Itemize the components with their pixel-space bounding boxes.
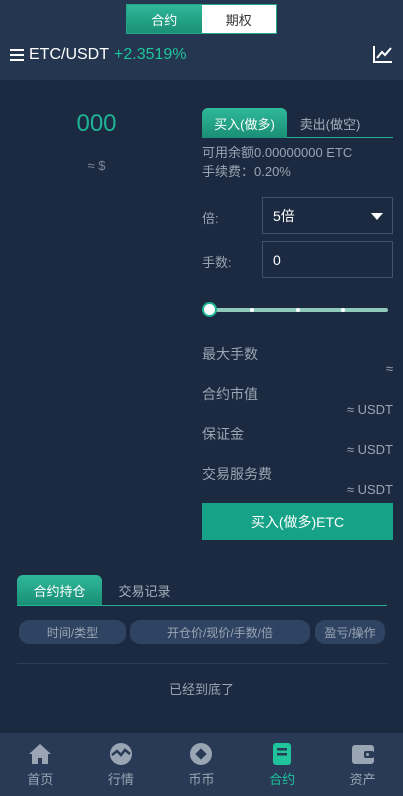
current-price: 000	[76, 110, 117, 137]
quantity-label: 手数:	[202, 255, 232, 270]
column-time-type: 时间/类型	[19, 620, 126, 644]
tab-buy-long[interactable]: 买入(做多)	[202, 108, 287, 138]
slider-mark	[296, 308, 300, 312]
tab-sell-short[interactable]: 卖出(做空)	[287, 108, 373, 138]
column-pnl-action: 盈亏/操作	[315, 620, 385, 644]
nav-market-label: 行情	[107, 772, 134, 787]
pair-selector[interactable]: ETC/USDT +2.3519%	[10, 46, 187, 64]
market-icon	[109, 743, 132, 765]
coin-icon	[190, 743, 213, 765]
home-icon	[29, 744, 52, 764]
contract-icon	[273, 743, 292, 765]
pair-change: +2.3519%	[114, 46, 187, 63]
top-bar: 合约 期权 ETC/USDT +2.3519%	[0, 0, 403, 80]
leverage-select[interactable]: 5倍	[262, 197, 393, 234]
service-fee-label: 交易服务费	[202, 466, 272, 482]
price-usd: ≈ $	[87, 158, 106, 173]
slider-mark	[250, 308, 254, 312]
segment-options[interactable]: 期权	[201, 5, 276, 33]
menu-icon[interactable]	[10, 49, 24, 61]
nav-contract-label: 合约	[269, 772, 296, 787]
tab-positions[interactable]: 合约持仓	[17, 575, 102, 605]
fee-rate: 手续费：0.20%	[202, 164, 291, 179]
nav-assets-label: 资产	[349, 772, 376, 787]
pair-name: ETC/USDT	[29, 46, 109, 63]
divider	[17, 663, 387, 664]
product-segment: 合约 期权	[126, 4, 277, 34]
max-lots-label: 最大手数	[202, 346, 258, 362]
nav-market[interactable]: 行情	[81, 733, 162, 796]
quantity-value: 0	[273, 251, 281, 268]
leverage-label: 倍:	[202, 211, 219, 226]
slider-handle[interactable]	[202, 302, 217, 317]
available-balance: 可用余额0.00000000 ETC	[202, 145, 353, 160]
contract-value-value: ≈ USDT	[346, 402, 393, 417]
margin-label: 保证金	[202, 426, 244, 442]
max-lots-value: ≈	[385, 361, 393, 376]
slider-mark	[341, 308, 345, 312]
buy-long-button[interactable]: 买入(做多)ETC	[202, 503, 393, 540]
contract-value-label: 合约市值	[202, 386, 258, 402]
nav-spot-label: 币币	[188, 772, 215, 787]
trade-tabs: 买入(做多) 卖出(做空)	[202, 108, 393, 138]
position-tabs: 合约持仓 交易记录	[17, 575, 387, 606]
quantity-slider[interactable]	[202, 302, 393, 318]
chart-icon[interactable]	[373, 45, 393, 63]
end-of-list-text: 已经到底了	[168, 682, 234, 697]
quantity-input[interactable]: 0	[262, 241, 393, 278]
column-open-price: 开仓价/现价/手数/倍	[130, 620, 310, 644]
nav-assets[interactable]: 资产	[322, 733, 403, 796]
service-fee-value: ≈ USDT	[346, 482, 393, 497]
segment-contract[interactable]: 合约	[127, 5, 202, 33]
nav-spot[interactable]: 币币	[161, 733, 242, 796]
tab-trade-history[interactable]: 交易记录	[102, 575, 187, 605]
caret-down-icon	[371, 213, 383, 220]
wallet-icon	[351, 745, 374, 764]
nav-home[interactable]: 首页	[0, 733, 81, 796]
nav-home-label: 首页	[27, 772, 54, 787]
bottom-nav: 首页 行情 币币 合约 资产	[0, 733, 403, 796]
nav-contract[interactable]: 合约	[242, 733, 323, 796]
leverage-value: 5倍	[273, 207, 295, 224]
margin-value: ≈ USDT	[346, 442, 393, 457]
